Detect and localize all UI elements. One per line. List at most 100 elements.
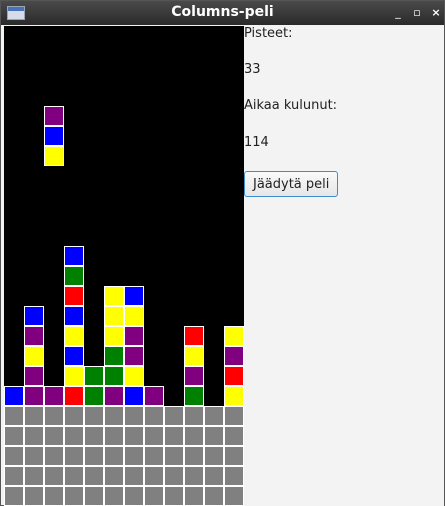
floor-block bbox=[164, 406, 184, 426]
floor-block bbox=[124, 486, 144, 506]
stacked-block bbox=[124, 306, 144, 326]
stacked-block bbox=[104, 286, 124, 306]
floor-block bbox=[124, 446, 144, 466]
stacked-block bbox=[124, 386, 144, 406]
stacked-block bbox=[184, 346, 204, 366]
floor-block bbox=[224, 426, 244, 446]
stacked-block bbox=[224, 326, 244, 346]
stacked-block bbox=[64, 346, 84, 366]
stacked-block bbox=[24, 346, 44, 366]
stacked-block bbox=[24, 386, 44, 406]
floor-block bbox=[224, 406, 244, 426]
falling-piece-block bbox=[44, 146, 64, 166]
floor-block bbox=[64, 446, 84, 466]
floor-block bbox=[104, 466, 124, 486]
stacked-block bbox=[24, 366, 44, 386]
time-label: Aikaa kulunut: bbox=[244, 98, 338, 113]
floor-block bbox=[104, 446, 124, 466]
floor-block bbox=[124, 406, 144, 426]
score-value: 33 bbox=[244, 62, 261, 77]
floor-block bbox=[104, 426, 124, 446]
stacked-block bbox=[104, 386, 124, 406]
floor-block bbox=[84, 466, 104, 486]
stacked-block bbox=[124, 346, 144, 366]
stacked-block bbox=[104, 326, 124, 346]
floor-block bbox=[104, 486, 124, 506]
title-bar[interactable]: Columns-peli _ ▫ × bbox=[1, 1, 444, 25]
floor-block bbox=[84, 446, 104, 466]
floor-block bbox=[64, 406, 84, 426]
stacked-block bbox=[104, 346, 124, 366]
stacked-block bbox=[64, 286, 84, 306]
stacked-block bbox=[224, 346, 244, 366]
floor-block bbox=[64, 486, 84, 506]
floor-block bbox=[44, 486, 64, 506]
floor-block bbox=[24, 446, 44, 466]
falling-piece-block bbox=[44, 126, 64, 146]
floor-block bbox=[84, 426, 104, 446]
close-icon[interactable]: × bbox=[428, 5, 444, 21]
stacked-block bbox=[64, 266, 84, 286]
floor-block bbox=[144, 406, 164, 426]
game-board bbox=[4, 26, 244, 506]
floor-block bbox=[24, 426, 44, 446]
stacked-block bbox=[64, 246, 84, 266]
stacked-block bbox=[104, 366, 124, 386]
floor-block bbox=[224, 446, 244, 466]
floor-block bbox=[44, 446, 64, 466]
minimize-icon[interactable]: _ bbox=[390, 5, 406, 21]
floor-block bbox=[64, 466, 84, 486]
floor-block bbox=[4, 466, 24, 486]
stacked-block bbox=[24, 306, 44, 326]
stacked-block bbox=[124, 366, 144, 386]
floor-block bbox=[84, 486, 104, 506]
floor-block bbox=[104, 406, 124, 426]
floor-block bbox=[24, 466, 44, 486]
floor-block bbox=[144, 486, 164, 506]
floor-block bbox=[204, 486, 224, 506]
floor-block bbox=[4, 446, 24, 466]
floor-block bbox=[224, 486, 244, 506]
floor-block bbox=[44, 466, 64, 486]
floor-block bbox=[184, 486, 204, 506]
floor-block bbox=[224, 466, 244, 486]
time-value: 114 bbox=[244, 135, 269, 150]
stacked-block bbox=[4, 386, 24, 406]
stacked-block bbox=[124, 326, 144, 346]
floor-block bbox=[184, 466, 204, 486]
stacked-block bbox=[124, 286, 144, 306]
floor-block bbox=[44, 426, 64, 446]
floor-block bbox=[164, 466, 184, 486]
score-label: Pisteet: bbox=[244, 26, 293, 41]
floor-block bbox=[144, 446, 164, 466]
floor-block bbox=[144, 466, 164, 486]
stacked-block bbox=[64, 326, 84, 346]
floor-block bbox=[204, 446, 224, 466]
stacked-block bbox=[104, 306, 124, 326]
floor-block bbox=[124, 426, 144, 446]
falling-piece-block bbox=[44, 106, 64, 126]
stacked-block bbox=[64, 306, 84, 326]
floor-block bbox=[64, 426, 84, 446]
stacked-block bbox=[184, 326, 204, 346]
stacked-block bbox=[184, 386, 204, 406]
stacked-block bbox=[224, 386, 244, 406]
stacked-block bbox=[184, 366, 204, 386]
floor-block bbox=[24, 486, 44, 506]
floor-block bbox=[164, 426, 184, 446]
freeze-game-button[interactable]: Jäädytä peli bbox=[244, 171, 339, 197]
info-panel: Pisteet: 33 Aikaa kulunut: 114 Jäädytä p… bbox=[244, 26, 444, 506]
floor-block bbox=[4, 426, 24, 446]
stacked-block bbox=[144, 386, 164, 406]
floor-block bbox=[204, 426, 224, 446]
stacked-block bbox=[64, 386, 84, 406]
window-title: Columns-peli bbox=[171, 4, 274, 20]
floor-block bbox=[4, 406, 24, 426]
stacked-block bbox=[24, 326, 44, 346]
maximize-icon[interactable]: ▫ bbox=[409, 5, 425, 21]
stacked-block bbox=[224, 366, 244, 386]
stacked-block bbox=[84, 366, 104, 386]
stacked-block bbox=[44, 386, 64, 406]
floor-block bbox=[184, 446, 204, 466]
floor-block bbox=[24, 406, 44, 426]
